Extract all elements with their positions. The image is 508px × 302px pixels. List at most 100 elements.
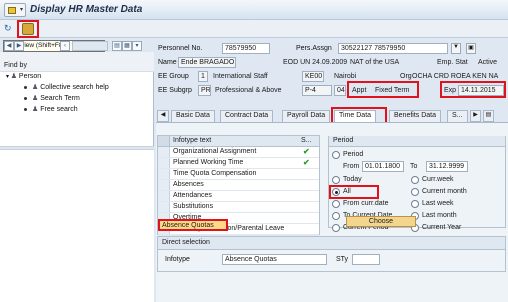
row-text: Absences	[173, 181, 204, 188]
radio-current-month[interactable]	[411, 188, 419, 196]
bullet-icon	[24, 96, 27, 100]
radio-to-current-date[interactable]	[332, 212, 340, 220]
org-label: Org	[400, 73, 412, 80]
row-selector[interactable]	[158, 158, 170, 168]
person-icon: ♟	[10, 73, 19, 80]
tree-item-search-term[interactable]: ♟ Search Term	[24, 94, 80, 102]
infotype-field[interactable]: Absence Quotas	[222, 254, 327, 265]
table-row[interactable]: Time Quota Compensation	[158, 169, 319, 180]
radio-last-week-label: Last week	[422, 200, 454, 207]
personnel-no-field[interactable]: 78579950	[222, 43, 270, 54]
pers-assgn-field[interactable]: 30522127 78579950	[338, 43, 448, 54]
from-date-field[interactable]: 01.01.1800	[362, 161, 404, 172]
grade-step-field: 04	[334, 85, 346, 96]
tree-item-collective-search[interactable]: ♟ Collective search help	[24, 83, 109, 91]
selection-icon[interactable]: ▤	[112, 41, 122, 51]
pers-assgn-dropdown-icon[interactable]: ▼	[451, 43, 461, 54]
menu-icon[interactable]: ▾	[132, 41, 142, 51]
tree-item-free-search[interactable]: ♟ Free search	[24, 105, 78, 113]
check-icon: ✔	[303, 158, 310, 167]
tree-node-person[interactable]: ▾ ♟ Person	[6, 72, 41, 80]
row-selector[interactable]	[158, 169, 170, 179]
radio-from-curr-date[interactable]	[332, 200, 340, 208]
person-icon: ♟	[32, 106, 41, 113]
ee-subgrp-code: PR	[198, 85, 211, 96]
lp-toolbar-spacer	[72, 41, 108, 51]
tab-benefits-data[interactable]: Benefits Data	[389, 110, 442, 122]
ee-subgrp-label: EE Subgrp	[158, 87, 192, 94]
tree-item-label: Collective search help	[40, 84, 109, 91]
radio-current-month-label: Current month	[422, 188, 467, 195]
direct-selection-title: Direct selection	[162, 239, 210, 246]
emp-stat-label: Emp. Stat	[437, 59, 468, 66]
exp-label: Exp	[444, 87, 457, 94]
radio-from-curr-date-label: From curr.date	[343, 200, 389, 207]
table-row[interactable]: Attendances	[158, 191, 319, 202]
person-icon: ♟	[32, 95, 41, 102]
radio-today[interactable]	[332, 176, 340, 184]
row-selector[interactable]	[158, 180, 170, 190]
radio-period[interactable]	[332, 151, 340, 159]
appt-value: Fixed Term	[375, 87, 410, 94]
radio-today-label: Today	[343, 176, 362, 183]
forward-arrow-icon[interactable]: ▶	[14, 41, 24, 51]
col-infotype-text[interactable]: Infotype text	[173, 137, 211, 144]
bullet-icon	[24, 107, 27, 111]
collapse-icon[interactable]: ‹	[60, 41, 70, 51]
tab-contract-data[interactable]: Contract Data	[220, 110, 274, 122]
choose-button[interactable]: Choose	[346, 216, 416, 227]
radio-curr-week[interactable]	[411, 176, 419, 184]
from-label: From	[343, 163, 360, 170]
tree-item-label: Search Term	[40, 95, 80, 102]
infotype-table-header: Infotype text S...	[158, 136, 319, 147]
find-by-label: Find by	[4, 62, 27, 69]
radio-period-label: Period	[343, 151, 364, 158]
system-menu-button[interactable]: ▾	[4, 3, 26, 17]
radio-last-week[interactable]	[411, 200, 419, 208]
other-person-icon[interactable]: ↻	[4, 23, 16, 35]
filter-icon[interactable]: ▦	[122, 41, 132, 51]
ee-subgrp-text: Professional & Above	[215, 87, 282, 94]
tab-basic-data[interactable]: Basic Data	[171, 110, 215, 122]
radio-current-period[interactable]	[332, 224, 340, 232]
radio-last-month-label: Last month	[422, 212, 457, 219]
tab-payroll-data[interactable]: Payroll Data	[282, 110, 331, 122]
col-status[interactable]: S...	[301, 137, 312, 144]
infotype-label: Infotype	[165, 256, 190, 263]
row-selector[interactable]	[158, 202, 170, 212]
radio-curr-week-label: Curr.week	[422, 176, 454, 183]
emp-stat-value: Active	[478, 59, 498, 66]
tab-scroll-left-icon[interactable]: ◀	[157, 110, 169, 122]
table-row[interactable]: Planned Working Time ✔	[158, 158, 319, 169]
personnel-no-label: Personnel No.	[158, 45, 203, 52]
table-row[interactable]: Absences	[158, 180, 319, 191]
grade-field: P-4	[302, 85, 332, 96]
overview-icon[interactable]	[22, 23, 34, 35]
tree-root-label: Person	[18, 73, 42, 80]
bullet-icon	[24, 85, 27, 89]
row-selector[interactable]	[158, 147, 170, 157]
tab-list-icon[interactable]: ▤	[483, 110, 494, 122]
personnel-area-code: KE00	[302, 71, 324, 82]
row-selector[interactable]	[158, 191, 170, 201]
find-by-header: Find by	[0, 60, 154, 72]
row-text: Organizational Assignment	[173, 148, 257, 155]
radio-all-label: All	[343, 188, 351, 195]
to-label: To	[410, 163, 418, 170]
direct-selection-group	[157, 250, 506, 272]
row-text: Absence Quotas	[162, 222, 214, 229]
table-row[interactable]: Substitutions	[158, 202, 319, 213]
select-all-cell[interactable]	[158, 136, 170, 146]
pers-assgn-details-icon[interactable]: ▣	[466, 43, 476, 54]
to-date-field[interactable]: 31.12.9999	[426, 161, 468, 172]
sty-field[interactable]	[352, 254, 380, 265]
back-arrow-icon[interactable]: ◀	[4, 41, 14, 51]
sty-label: STy	[336, 256, 349, 263]
tab-scroll-right-icon[interactable]: ▶	[470, 110, 481, 122]
table-row[interactable]: Organizational Assignment ✔	[158, 147, 319, 158]
tab-more[interactable]: S...	[447, 110, 468, 122]
tree-item-label: Free search	[40, 106, 78, 113]
ee-group-label: EE Group	[158, 73, 189, 80]
row-text: Substitutions	[173, 203, 214, 210]
table-row-selected[interactable]: Absence Quotas	[158, 219, 228, 231]
